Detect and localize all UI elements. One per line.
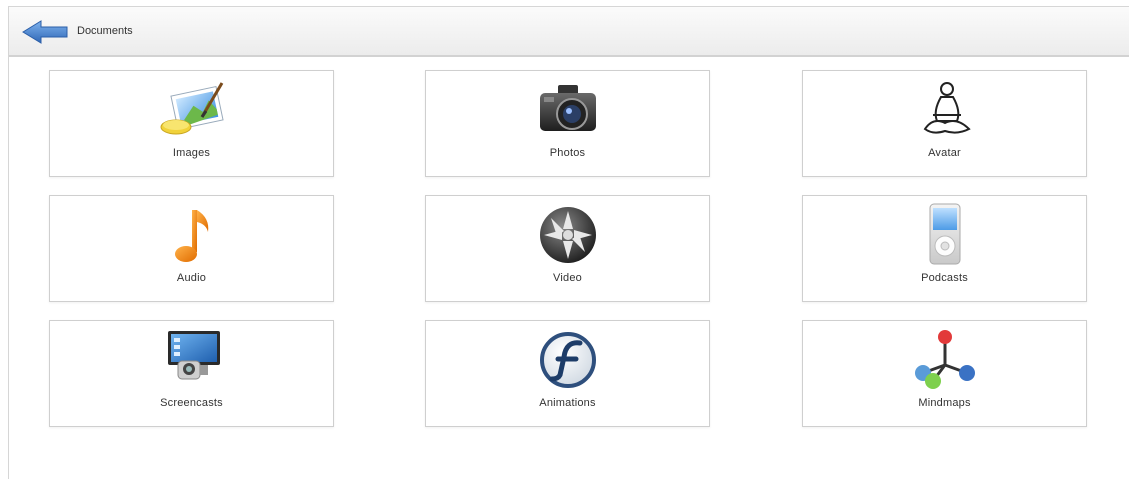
tile-audio[interactable]: Audio (49, 195, 334, 302)
tile-mindmaps[interactable]: Mindmaps (802, 320, 1087, 427)
tile-photos[interactable]: Photos (425, 70, 710, 177)
app-window: Documents Images Photos Avatar Audio Vid… (8, 6, 1129, 479)
tile-label: Images (172, 147, 211, 159)
tile-label: Audio (176, 272, 207, 284)
images-icon (150, 77, 234, 143)
tile-label: Avatar (928, 147, 961, 159)
tile-podcasts[interactable]: Podcasts (802, 195, 1087, 302)
tile-video[interactable]: Video (425, 195, 710, 302)
tile-animations[interactable]: Animations (425, 320, 710, 427)
film-reel-icon (526, 202, 610, 268)
tile-label: Video (553, 272, 582, 284)
mindmap-icon (903, 327, 987, 393)
tile-avatar[interactable]: Avatar (802, 70, 1087, 177)
tile-label: Animations (539, 397, 596, 409)
tile-label: Mindmaps (918, 397, 971, 409)
music-note-icon (150, 202, 234, 268)
tile-label: Screencasts (160, 397, 223, 409)
avatar-icon (903, 77, 987, 143)
tile-images[interactable]: Images (49, 70, 334, 177)
flash-icon (526, 327, 610, 393)
media-player-icon (903, 202, 987, 268)
back-button[interactable] (21, 20, 69, 44)
camera-icon (526, 77, 610, 143)
screencast-icon (150, 327, 234, 393)
breadcrumb-title: Documents (77, 25, 133, 37)
tile-screencasts[interactable]: Screencasts (49, 320, 334, 427)
tile-label: Photos (549, 147, 586, 159)
tile-label: Podcasts (921, 272, 968, 284)
top-bar: Documents (9, 7, 1129, 57)
back-arrow-icon (22, 20, 68, 44)
